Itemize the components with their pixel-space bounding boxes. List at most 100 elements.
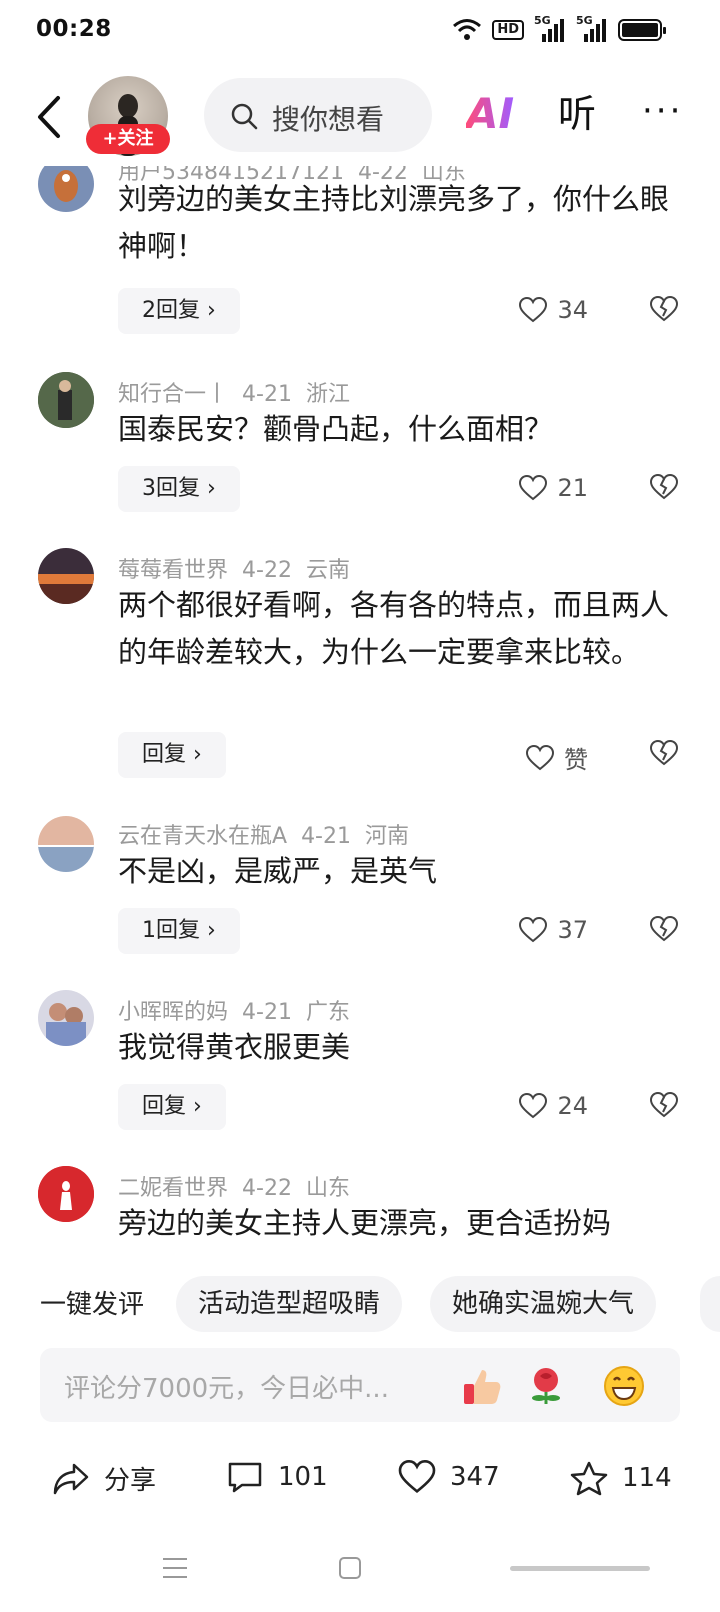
avatar[interactable]: [38, 548, 94, 604]
status-bar: 00:28 HD 5G 5G: [0, 0, 720, 66]
more-button[interactable]: ···: [642, 94, 683, 128]
share-label: 分享: [104, 1466, 157, 1496]
thumbs-up-emoji-icon[interactable]: [460, 1364, 504, 1408]
heart-icon: [519, 297, 548, 323]
like-button[interactable]: 34: [519, 296, 588, 324]
comment-count: 101: [278, 1462, 328, 1492]
quick-reply-chip[interactable]: 活动造型超吸睛: [176, 1276, 403, 1332]
comment-text[interactable]: 两个都很好看啊，各有各的特点，而且两人的年龄差较大，为什么一定要拿来比较。: [118, 582, 678, 676]
broken-heart-icon[interactable]: [650, 1092, 678, 1118]
top-nav: +关注 搜你想看 AI 听 ···: [0, 66, 720, 166]
status-icons: HD 5G 5G: [452, 14, 666, 42]
share-icon: [53, 1463, 89, 1494]
like-count: 赞: [564, 746, 588, 774]
status-time: 00:28: [36, 16, 112, 42]
heart-icon: [526, 744, 554, 770]
reply-button[interactable]: 3回复 ›: [118, 466, 240, 512]
avatar[interactable]: [38, 1166, 94, 1222]
like-count: 34: [557, 296, 588, 324]
reply-button[interactable]: 1回复 ›: [118, 908, 240, 954]
favorite-button[interactable]: 114: [570, 1460, 672, 1496]
home-icon[interactable]: [338, 1556, 362, 1580]
comment-user[interactable]: 云在青天水在瓶A: [118, 824, 287, 849]
favorite-count: 114: [622, 1463, 672, 1493]
signal-icon: 5G: [534, 14, 566, 42]
quick-reply-chip[interactable]: 她确实温婉大气: [430, 1276, 657, 1332]
reply-button[interactable]: 回复 ›: [118, 1084, 226, 1130]
back-icon[interactable]: [30, 94, 70, 140]
like-post-button[interactable]: 347: [398, 1460, 500, 1494]
comment-meta: 小晖晖的妈 4-21 广东: [118, 994, 364, 1026]
signal-label-2: 5G: [576, 14, 593, 27]
like-count: 21: [557, 474, 588, 502]
comment-user[interactable]: 二妮看世界: [118, 1176, 228, 1201]
wifi-icon: [453, 19, 482, 40]
comment-region: 河南: [365, 824, 410, 849]
quick-reply-chip-overflow[interactable]: [700, 1276, 720, 1332]
comment-user[interactable]: 莓莓看世界: [118, 558, 228, 583]
system-nav-bar: [0, 1540, 720, 1600]
signal-icon-2: 5G: [576, 14, 608, 42]
comment-date: 4-22: [242, 558, 292, 583]
comment-meta: 知行合一丨 4-21 浙江: [118, 376, 364, 408]
broken-heart-icon[interactable]: [650, 740, 678, 766]
heart-icon: [519, 1093, 548, 1119]
menu-icon[interactable]: [162, 1556, 188, 1580]
like-button[interactable]: 赞: [526, 740, 588, 775]
reply-button[interactable]: 回复 ›: [118, 732, 226, 778]
avatar[interactable]: [38, 166, 94, 212]
battery-icon: [618, 19, 666, 41]
broken-heart-icon[interactable]: [650, 296, 678, 322]
like-button[interactable]: 21: [519, 474, 588, 502]
comment-user[interactable]: 知行合一丨: [118, 382, 228, 407]
comment-date: 4-21: [242, 382, 292, 407]
like-button[interactable]: 24: [519, 1092, 588, 1120]
comment-region: 山东: [305, 1176, 350, 1201]
comment-region: 浙江: [305, 382, 350, 407]
heart-icon: [519, 917, 548, 943]
heart-icon: [519, 475, 548, 501]
signal-label: 5G: [534, 14, 551, 27]
comment-text[interactable]: 旁边的美女主持人更漂亮，更合适扮妈: [118, 1200, 678, 1247]
broken-heart-icon[interactable]: [650, 474, 678, 500]
comment-list[interactable]: 用户5348415217121 4-22 山东 刘旁边的美女主持比刘漂亮多了，你什么…: [0, 166, 720, 1262]
broken-heart-icon[interactable]: [650, 916, 678, 942]
rose-emoji-icon[interactable]: [524, 1364, 568, 1408]
comment-text[interactable]: 刘旁边的美女主持比刘漂亮多了，你什么眼神啊！: [118, 176, 678, 270]
quick-reply-label: 一键发评: [40, 1290, 145, 1320]
grin-emoji-icon[interactable]: [602, 1364, 646, 1408]
avatar[interactable]: [38, 816, 94, 872]
action-bar: 分享 101 347 114: [0, 1450, 720, 1510]
comment-text[interactable]: 不是凶，是威严，是英气: [118, 848, 678, 895]
avatar[interactable]: [38, 990, 94, 1046]
comment-meta: 二妮看世界 4-22 山东: [118, 1170, 364, 1202]
comment-user[interactable]: 小晖晖的妈: [118, 1000, 228, 1025]
like-post-count: 347: [450, 1462, 500, 1492]
avatar[interactable]: [38, 372, 94, 428]
follow-button[interactable]: +关注: [86, 124, 170, 154]
like-count: 37: [557, 916, 588, 944]
gesture-bar[interactable]: [510, 1566, 650, 1571]
comment-date: 4-22: [242, 1176, 292, 1201]
comment-text[interactable]: 我觉得黄衣服更美: [118, 1024, 678, 1071]
listen-button[interactable]: 听: [558, 92, 596, 136]
heart-icon: [398, 1460, 436, 1494]
comment-date: 4-21: [242, 1000, 292, 1025]
comment-input[interactable]: 评论分7000元，今日必中...: [40, 1348, 680, 1422]
comment-meta: 云在青天水在瓶A 4-21 河南: [118, 818, 423, 850]
search-input[interactable]: 搜你想看: [204, 78, 432, 152]
search-placeholder: 搜你想看: [272, 103, 385, 136]
comment-region: 广东: [305, 1000, 350, 1025]
share-button[interactable]: 分享: [52, 1460, 156, 1497]
like-button[interactable]: 37: [519, 916, 588, 944]
reply-button[interactable]: 2回复 ›: [118, 288, 240, 334]
comment-icon: [228, 1462, 262, 1493]
ai-button[interactable]: AI: [466, 88, 514, 140]
hd-badge: HD: [492, 20, 524, 40]
comment-text[interactable]: 国泰民安？颧骨凸起，什么面相？: [118, 406, 678, 453]
comment-button[interactable]: 101: [226, 1460, 328, 1494]
quick-reply-bar: 一键发评 活动造型超吸睛 她确实温婉大气: [0, 1276, 720, 1332]
comment-region: 云南: [305, 558, 350, 583]
comment-input-placeholder: 评论分7000元，今日必中...: [64, 1374, 389, 1404]
comment-date: 4-21: [301, 824, 351, 849]
